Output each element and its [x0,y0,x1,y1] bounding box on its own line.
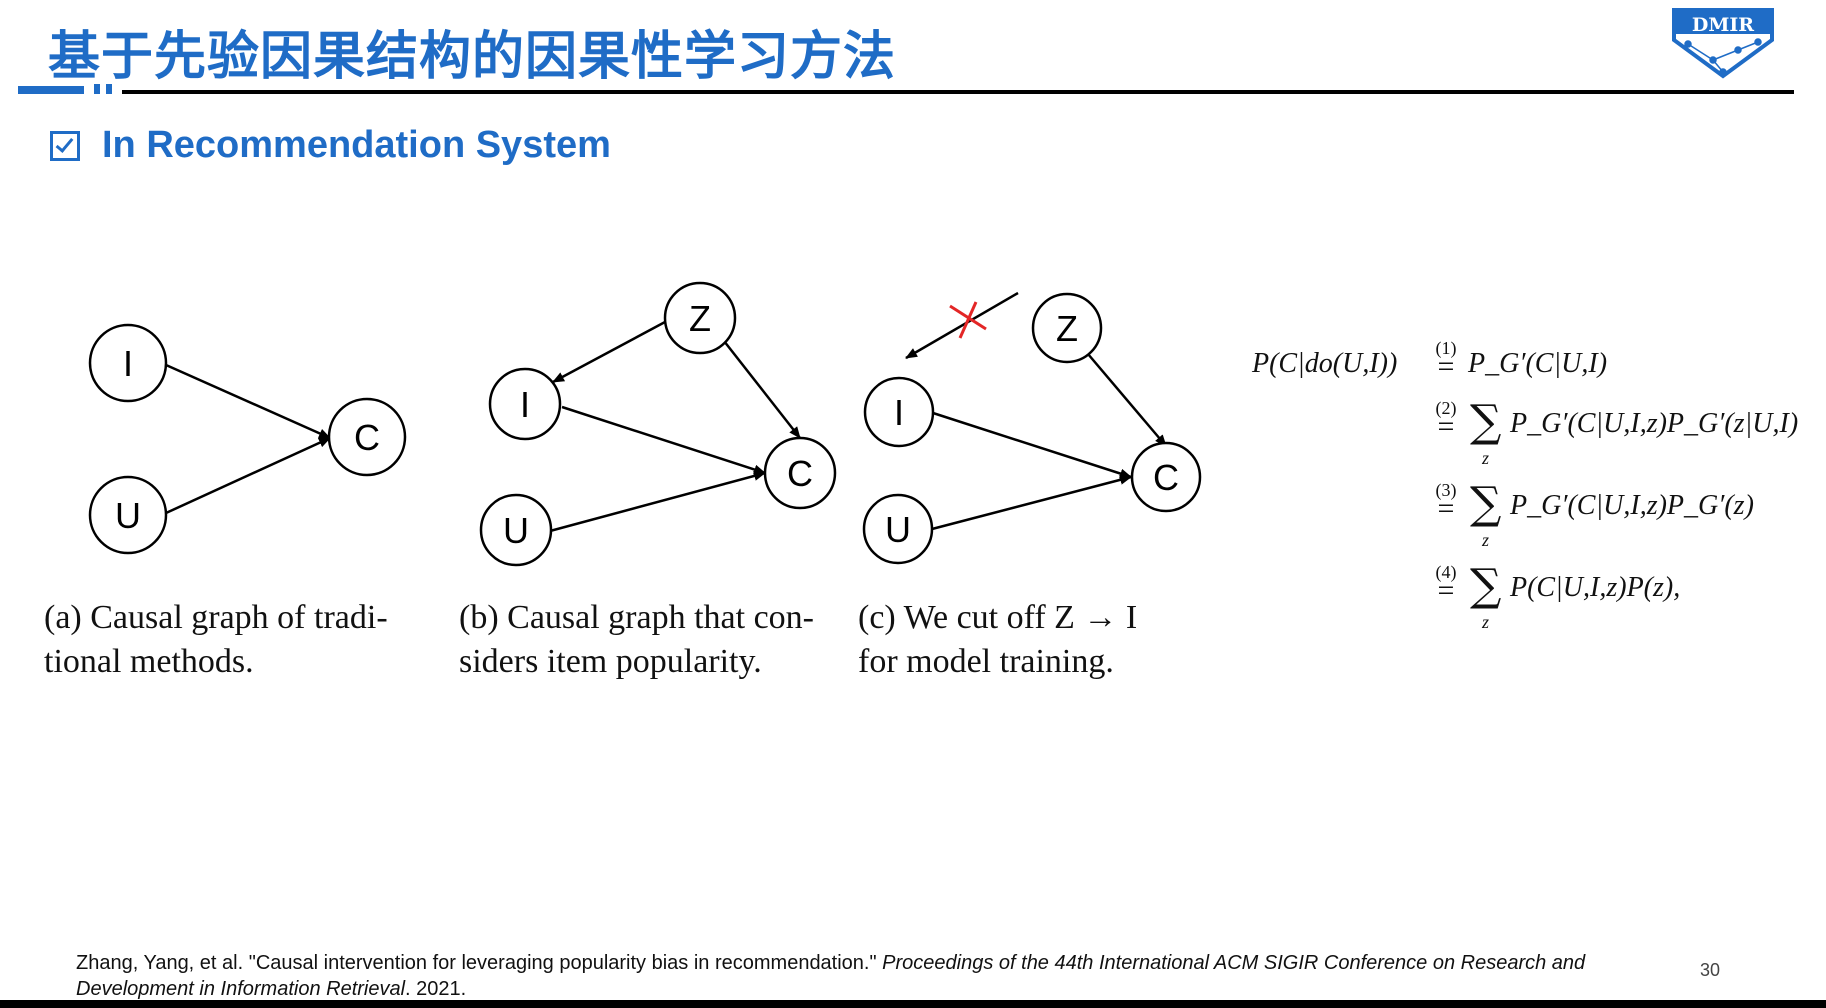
reference-authors-title: Zhang, Yang, et al. "Causal intervention… [76,952,883,974]
edge-i-c [932,411,1132,479]
graph-c: Z I U C [862,291,1202,565]
caption-a: (a) Causal graph of tradi- tional method… [44,596,388,684]
edge-i-c [561,405,766,475]
node-i-label: I [520,384,530,425]
graph-b: Z I U C [479,281,837,567]
edge-i-c [165,363,331,440]
equation-line-3: P_G′(C|U,I,z)P_G′(z) [1510,490,1754,521]
node-i-label: I [894,392,904,433]
sum-index: z [1482,530,1490,550]
equation-line-1: P_G′(C|U,I) [1468,348,1608,379]
sum-symbol: ∑ [1470,396,1502,447]
equals-sign: = [1437,410,1455,443]
edge-z-i-cut [905,291,1019,360]
reference-year: . 2021. [405,978,467,1000]
sum-index: z [1482,448,1490,468]
graph-a: I U C [88,323,407,555]
node-z-label: Z [1056,308,1078,349]
equals-sign: = [1437,350,1455,383]
bottom-bar [0,1000,1826,1008]
sum-index: z [1482,612,1490,632]
equation-lhs: P(C|do(U,I)) [1252,348,1398,379]
edge-u-c [931,474,1132,531]
node-u-label: U [885,509,911,550]
caption-b-line1: (b) Causal graph that con- [459,599,814,636]
equals-sign: = [1437,574,1455,607]
caption-b-line2: siders item popularity. [459,643,762,680]
sum-symbol: ∑ [1470,478,1502,529]
edge-z-i [552,320,666,384]
equation-line-4: P(C|U,I,z)P(z), [1510,572,1681,603]
edge-z-c [723,340,801,439]
page-number: 30 [1700,960,1721,980]
node-u-label: U [503,510,529,551]
caption-a-line1: (a) Causal graph of tradi- [44,599,388,636]
node-i-label: I [123,343,133,384]
caption-c-line2: for model training. [858,643,1114,680]
caption-c: (c) We cut off Z → I for model training. [858,596,1137,684]
node-u-label: U [115,495,141,536]
node-c-label: C [787,453,813,494]
caption-c-line1: (c) We cut off Z → I [858,599,1138,636]
caption-b: (b) Causal graph that con- siders item p… [459,596,814,684]
caption-a-line2: tional methods. [44,643,254,680]
equation-line-2: P_G′(C|U,I,z)P_G′(z|U,I) [1510,408,1799,439]
sum-symbol: ∑ [1470,560,1502,611]
edge-u-c [549,471,766,533]
edge-z-c [1087,353,1167,447]
node-c-label: C [1153,457,1179,498]
cut-mark-icon [949,301,987,339]
edge-u-c [165,436,331,515]
node-z-label: Z [689,298,711,339]
reference-citation: Zhang, Yang, et al. "Causal intervention… [76,950,1696,1002]
node-c-label: C [354,417,380,458]
equals-sign: = [1437,492,1455,525]
